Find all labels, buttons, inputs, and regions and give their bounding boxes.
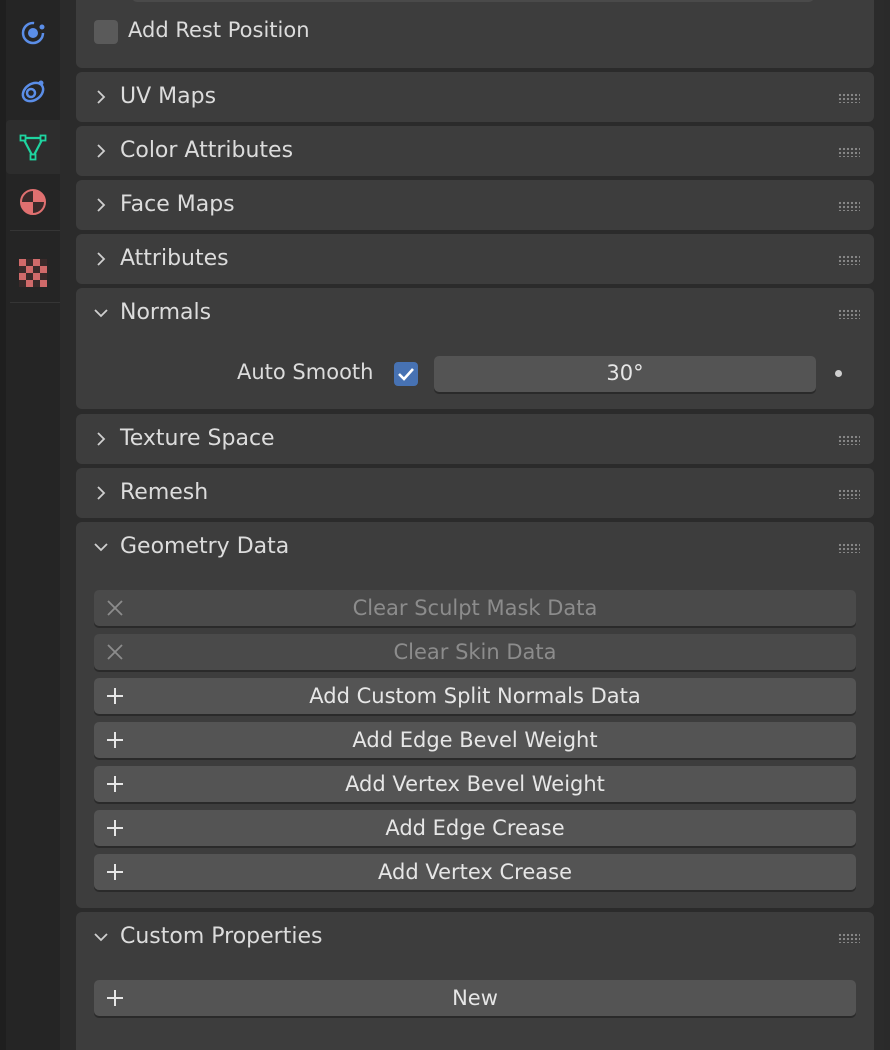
panel-header-texture-space[interactable]: Texture Space xyxy=(76,414,874,464)
add-vertex-bevel-weight-button[interactable]: Add Vertex Bevel Weight xyxy=(94,766,856,802)
panel-title: Color Attributes xyxy=(120,138,294,163)
button-label: Add Vertex Bevel Weight xyxy=(345,772,605,796)
drag-grip-icon[interactable] xyxy=(838,933,860,943)
panel-shape-keys-tail: Add Rest Position xyxy=(76,0,874,68)
chevron-down-icon xyxy=(94,933,108,942)
properties-tab-strip xyxy=(0,0,60,1050)
shape-key-field-edge xyxy=(132,0,814,2)
button-label: Clear Skin Data xyxy=(393,640,557,664)
tab-texture[interactable] xyxy=(6,246,60,300)
panel-remesh: Remesh xyxy=(76,468,874,518)
drag-grip-icon[interactable] xyxy=(838,435,860,445)
drag-grip-icon[interactable] xyxy=(838,147,860,157)
chevron-down-icon xyxy=(94,543,108,552)
clear-skin-data-button[interactable]: Clear Skin Data xyxy=(94,634,856,670)
physics-orbit-icon xyxy=(21,21,45,45)
mesh-data-icon xyxy=(19,134,47,161)
panel-header-color-attributes[interactable]: Color Attributes xyxy=(76,126,874,176)
panel-title: Remesh xyxy=(120,480,209,505)
scrollbar-track[interactable] xyxy=(884,0,890,1050)
button-label: Add Edge Bevel Weight xyxy=(352,728,598,752)
panel-header-uv-maps[interactable]: UV Maps xyxy=(76,72,874,122)
add-vertex-crease-button[interactable]: Add Vertex Crease xyxy=(94,854,856,890)
chevron-right-icon xyxy=(97,252,106,266)
panel-title: Custom Properties xyxy=(120,924,323,949)
drag-grip-icon[interactable] xyxy=(838,543,860,553)
tab-physics[interactable] xyxy=(6,6,60,60)
material-sphere-icon xyxy=(20,189,46,215)
add-edge-bevel-weight-button[interactable]: Add Edge Bevel Weight xyxy=(94,722,856,758)
button-label: Clear Sculpt Mask Data xyxy=(352,596,598,620)
chevron-right-icon xyxy=(97,90,106,104)
add-rest-position-checkbox[interactable] xyxy=(94,20,118,44)
panel-attributes: Attributes xyxy=(76,234,874,284)
chevron-down-icon xyxy=(94,309,108,318)
clear-sculpt-mask-data-button[interactable]: Clear Sculpt Mask Data xyxy=(94,590,856,626)
chevron-right-icon xyxy=(97,144,106,158)
drag-grip-icon[interactable] xyxy=(838,93,860,103)
new-property-button[interactable]: New xyxy=(94,980,856,1016)
panel-title: Normals xyxy=(120,300,212,325)
panel-geometry-data: Geometry Data Clear Sculpt Mask Data Cle… xyxy=(76,522,874,908)
panel-normals: Normals Auto Smooth 30° xyxy=(76,288,874,409)
button-label: Add Custom Split Normals Data xyxy=(309,684,641,708)
add-custom-split-normals-data-button[interactable]: Add Custom Split Normals Data xyxy=(94,678,856,714)
panel-header-face-maps[interactable]: Face Maps xyxy=(76,180,874,230)
panel-header-custom-properties[interactable]: Custom Properties xyxy=(76,912,874,962)
tab-mesh-data[interactable] xyxy=(6,120,60,174)
chevron-right-icon xyxy=(97,432,106,446)
panel-header-remesh[interactable]: Remesh xyxy=(76,468,874,518)
panel-title: Geometry Data xyxy=(120,534,290,559)
panel-header-attributes[interactable]: Attributes xyxy=(76,234,874,284)
auto-smooth-angle-value: 30° xyxy=(606,361,644,385)
properties-editor: Add Rest Position UV Maps Color Attribut… xyxy=(60,0,890,1050)
button-label: New xyxy=(452,986,498,1010)
texture-checker-icon xyxy=(19,259,47,287)
auto-smooth-angle-field[interactable]: 30° xyxy=(434,356,816,392)
object-constraint-icon xyxy=(21,80,45,103)
chevron-right-icon xyxy=(97,486,106,500)
panel-custom-properties: Custom Properties New xyxy=(76,912,874,1050)
button-label: Add Edge Crease xyxy=(385,816,565,840)
panel-header-geometry-data[interactable]: Geometry Data xyxy=(76,522,874,572)
tab-material[interactable] xyxy=(6,175,60,229)
panel-color-attributes: Color Attributes xyxy=(76,126,874,176)
drag-grip-icon[interactable] xyxy=(838,309,860,319)
drag-grip-icon[interactable] xyxy=(838,201,860,211)
panel-face-maps: Face Maps xyxy=(76,180,874,230)
tab-separator xyxy=(10,302,60,303)
drag-grip-icon[interactable] xyxy=(838,489,860,499)
panel-header-normals[interactable]: Normals xyxy=(76,288,874,338)
panel-texture-space: Texture Space xyxy=(76,414,874,464)
panel-title: Attributes xyxy=(120,246,229,271)
tab-constraints[interactable] xyxy=(6,64,60,118)
panel-title: UV Maps xyxy=(120,84,217,109)
chevron-right-icon xyxy=(97,198,106,212)
panel-title: Texture Space xyxy=(120,426,275,451)
panel-uv-maps: UV Maps xyxy=(76,72,874,122)
drag-grip-icon[interactable] xyxy=(838,255,860,265)
button-label: Add Vertex Crease xyxy=(378,860,572,884)
add-rest-position-label: Add Rest Position xyxy=(128,18,310,42)
auto-smooth-checkbox[interactable] xyxy=(394,362,418,386)
add-edge-crease-button[interactable]: Add Edge Crease xyxy=(94,810,856,846)
checkmark-icon xyxy=(398,368,414,381)
tab-separator xyxy=(10,230,60,231)
animate-property-dot-icon[interactable] xyxy=(835,370,842,377)
auto-smooth-label: Auto Smooth xyxy=(237,360,374,384)
panel-title: Face Maps xyxy=(120,192,235,217)
